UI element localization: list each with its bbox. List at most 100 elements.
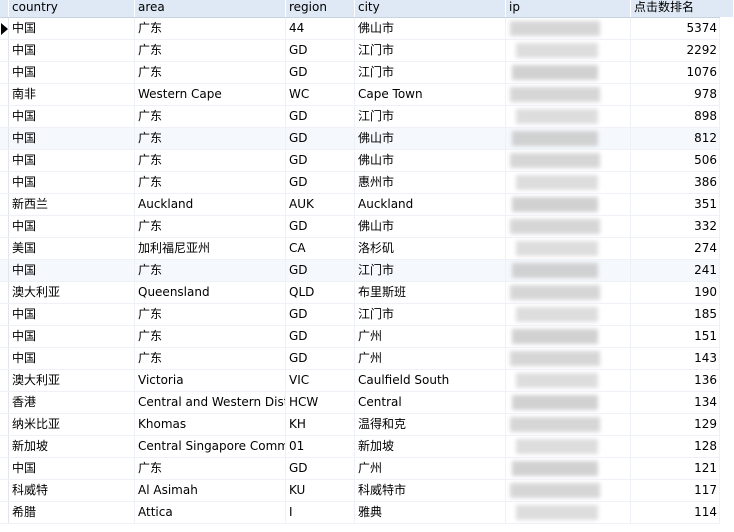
cell-rank[interactable]: 143 bbox=[631, 348, 720, 369]
cell-ip-redacted[interactable] bbox=[506, 194, 631, 215]
cell-country[interactable]: 新西兰 bbox=[9, 194, 135, 215]
cell-city[interactable]: 广州 bbox=[355, 326, 506, 347]
row-indicator[interactable] bbox=[0, 348, 9, 369]
cell-region[interactable]: I bbox=[286, 502, 355, 523]
cell-area[interactable]: Western Cape bbox=[135, 84, 286, 105]
row-indicator[interactable] bbox=[0, 260, 9, 281]
cell-ip-redacted[interactable] bbox=[506, 260, 631, 281]
row-indicator[interactable] bbox=[0, 480, 9, 501]
cell-area[interactable]: Queensland bbox=[135, 282, 286, 303]
cell-area[interactable]: 广东 bbox=[135, 106, 286, 127]
cell-city[interactable]: 佛山市 bbox=[355, 150, 506, 171]
column-header-ip[interactable]: ip bbox=[506, 0, 631, 17]
cell-country[interactable]: 中国 bbox=[9, 304, 135, 325]
column-header-rank[interactable]: 点击数排名 bbox=[631, 0, 734, 17]
cell-country[interactable]: 中国 bbox=[9, 260, 135, 281]
cell-area[interactable]: Victoria bbox=[135, 370, 286, 391]
cell-country[interactable]: 中国 bbox=[9, 348, 135, 369]
cell-country[interactable]: 美国 bbox=[9, 238, 135, 259]
table-row[interactable]: 中国 广东 GD 广州 151 bbox=[0, 326, 734, 348]
cell-city[interactable]: 江门市 bbox=[355, 304, 506, 325]
cell-area[interactable]: 广东 bbox=[135, 260, 286, 281]
cell-country[interactable]: 中国 bbox=[9, 172, 135, 193]
table-row[interactable]: 中国 广东 GD 广州 121 bbox=[0, 458, 734, 480]
column-header-city[interactable]: city bbox=[355, 0, 506, 17]
cell-area[interactable]: 广东 bbox=[135, 40, 286, 61]
cell-country[interactable]: 科威特 bbox=[9, 480, 135, 501]
cell-area[interactable]: 广东 bbox=[135, 128, 286, 149]
cell-rank[interactable]: 1076 bbox=[631, 62, 720, 83]
column-header-country[interactable]: country bbox=[9, 0, 135, 17]
cell-area[interactable]: Khomas bbox=[135, 414, 286, 435]
row-indicator[interactable] bbox=[0, 304, 9, 325]
cell-rank[interactable]: 5374 bbox=[631, 18, 720, 39]
cell-city[interactable]: 雅典 bbox=[355, 502, 506, 523]
cell-city[interactable]: 洛杉矶 bbox=[355, 238, 506, 259]
row-indicator[interactable] bbox=[0, 128, 9, 149]
table-row[interactable]: 新加坡Central Singapore Community01新加坡128 bbox=[0, 436, 734, 458]
table-row[interactable]: 中国 广东 GD 广州 143 bbox=[0, 348, 734, 370]
cell-country[interactable]: 中国 bbox=[9, 150, 135, 171]
cell-ip-redacted[interactable] bbox=[506, 40, 631, 61]
cell-city[interactable]: 新加坡 bbox=[355, 436, 506, 457]
cell-ip-redacted[interactable] bbox=[506, 414, 631, 435]
cell-region[interactable]: GD bbox=[286, 458, 355, 479]
table-row[interactable]: 中国 广东 GD 江门市 241 bbox=[0, 260, 734, 282]
cell-city[interactable]: 惠州市 bbox=[355, 172, 506, 193]
cell-region[interactable]: GD bbox=[286, 150, 355, 171]
table-row[interactable]: 中国 广东 GD 江门市 1076 bbox=[0, 62, 734, 84]
cell-ip-redacted[interactable] bbox=[506, 18, 631, 39]
cell-area[interactable]: Central and Western District bbox=[135, 392, 286, 413]
cell-country[interactable]: 希腊 bbox=[9, 502, 135, 523]
row-indicator[interactable] bbox=[0, 172, 9, 193]
table-row[interactable]: 中国 广东 GD 惠州市 386 bbox=[0, 172, 734, 194]
cell-country[interactable]: 中国 bbox=[9, 216, 135, 237]
cell-ip-redacted[interactable] bbox=[506, 370, 631, 391]
cell-ip-redacted[interactable] bbox=[506, 106, 631, 127]
row-indicator[interactable] bbox=[0, 282, 9, 303]
cell-region[interactable]: KH bbox=[286, 414, 355, 435]
cell-rank[interactable]: 241 bbox=[631, 260, 720, 281]
cell-rank[interactable]: 332 bbox=[631, 216, 720, 237]
table-row[interactable]: 美国 加利福尼亚州 CA 洛杉矶 274 bbox=[0, 238, 734, 260]
cell-rank[interactable]: 121 bbox=[631, 458, 720, 479]
cell-region[interactable]: GD bbox=[286, 216, 355, 237]
row-indicator[interactable] bbox=[0, 414, 9, 435]
cell-ip-redacted[interactable] bbox=[506, 502, 631, 523]
table-row[interactable]: 中国 广东 GD 佛山市 332 bbox=[0, 216, 734, 238]
row-indicator[interactable] bbox=[0, 106, 9, 127]
row-indicator[interactable] bbox=[0, 502, 9, 523]
cell-rank[interactable]: 351 bbox=[631, 194, 720, 215]
cell-ip-redacted[interactable] bbox=[506, 458, 631, 479]
cell-rank[interactable]: 2292 bbox=[631, 40, 720, 61]
cell-city[interactable]: 布里斯班 bbox=[355, 282, 506, 303]
row-indicator[interactable] bbox=[0, 436, 9, 457]
cell-country[interactable]: 纳米比亚 bbox=[9, 414, 135, 435]
table-row[interactable]: 中国 广东 44 佛山市 5374 bbox=[0, 18, 734, 40]
cell-region[interactable]: CA bbox=[286, 238, 355, 259]
table-row[interactable]: 新西兰 Auckland AUK Auckland 351 bbox=[0, 194, 734, 216]
cell-region[interactable]: GD bbox=[286, 172, 355, 193]
cell-region[interactable]: GD bbox=[286, 260, 355, 281]
table-row[interactable]: 澳大利亚 Queensland QLD 布里斯班 190 bbox=[0, 282, 734, 304]
cell-region[interactable]: HCW bbox=[286, 392, 355, 413]
row-indicator[interactable] bbox=[0, 150, 9, 171]
row-indicator[interactable] bbox=[0, 216, 9, 237]
cell-ip-redacted[interactable] bbox=[506, 128, 631, 149]
cell-area[interactable]: 广东 bbox=[135, 216, 286, 237]
cell-ip-redacted[interactable] bbox=[506, 282, 631, 303]
table-row[interactable]: 中国 广东 GD 佛山市 812 bbox=[0, 128, 734, 150]
cell-area[interactable]: 广东 bbox=[135, 62, 286, 83]
cell-region[interactable]: KU bbox=[286, 480, 355, 501]
cell-region[interactable]: GD bbox=[286, 106, 355, 127]
row-indicator[interactable] bbox=[0, 62, 9, 83]
cell-city[interactable]: 佛山市 bbox=[355, 216, 506, 237]
cell-country[interactable]: 澳大利亚 bbox=[9, 370, 135, 391]
cell-rank[interactable]: 129 bbox=[631, 414, 720, 435]
cell-ip-redacted[interactable] bbox=[506, 436, 631, 457]
cell-region[interactable]: GD bbox=[286, 304, 355, 325]
cell-region[interactable]: WC bbox=[286, 84, 355, 105]
table-row[interactable]: 希腊 Attica I 雅典 114 bbox=[0, 502, 734, 524]
row-indicator[interactable] bbox=[0, 194, 9, 215]
cell-region[interactable]: GD bbox=[286, 348, 355, 369]
